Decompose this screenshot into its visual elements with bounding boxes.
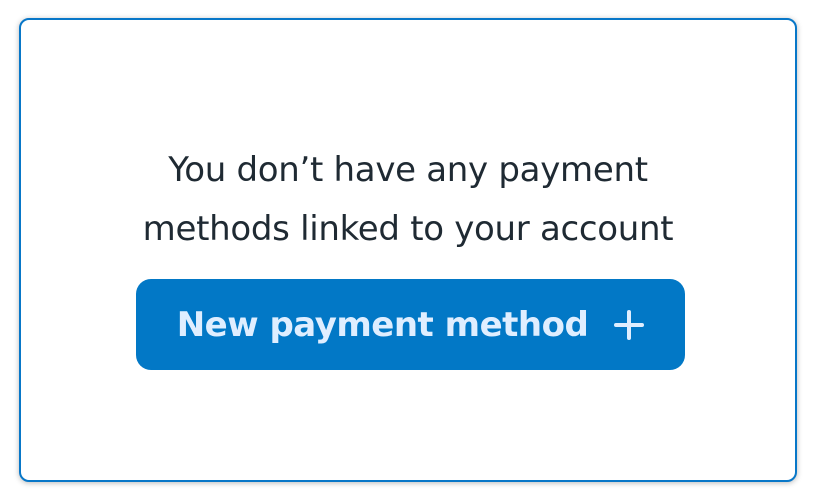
empty-state-message: You don’t have any payment methods linke…: [21, 141, 795, 259]
plus-icon: [614, 309, 645, 340]
payment-methods-card: You don’t have any payment methods linke…: [19, 18, 797, 482]
empty-state-message-line-2: methods linked to your account: [142, 209, 674, 249]
empty-state-message-line-1: You don’t have any payment: [168, 150, 648, 190]
new-payment-method-button[interactable]: New payment method: [136, 279, 685, 370]
new-payment-method-button-label: New payment method: [176, 304, 589, 345]
